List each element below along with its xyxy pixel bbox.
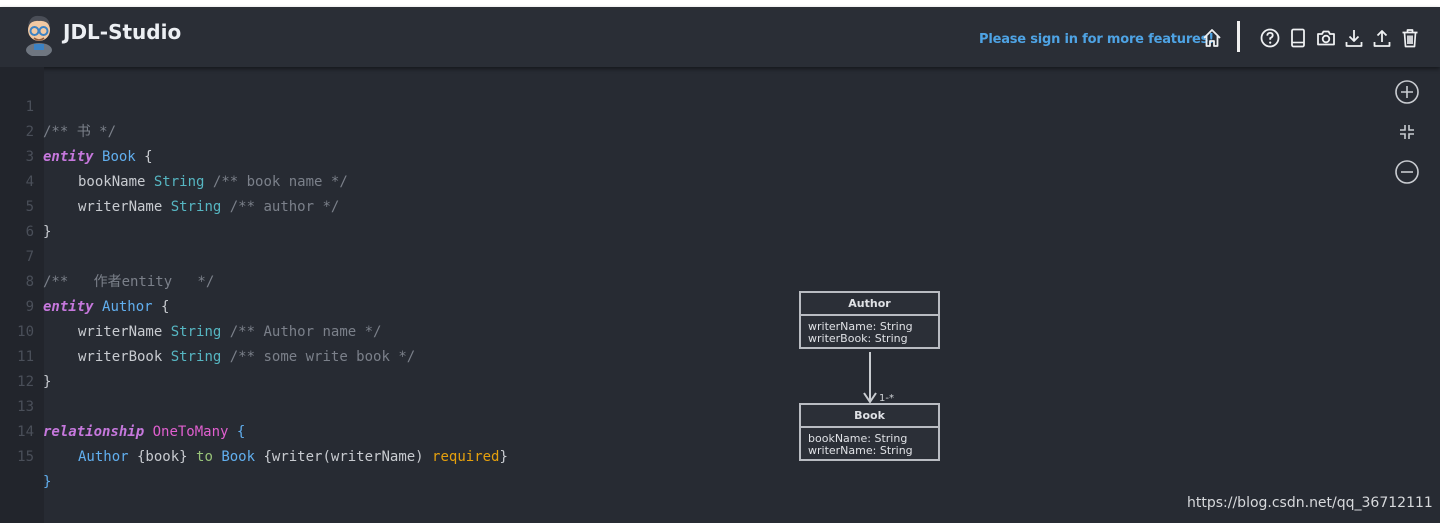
author-entity-box[interactable]: Author writerName: String writerBook: St… [799,291,940,349]
code-required: required [432,449,500,465]
entity-field: writerName: String [808,444,913,457]
entity-title: Author [801,293,938,316]
code-line: 15 } [0,420,760,490]
code-line: 14 Author {book} to Book {writer(writerN… [0,395,760,465]
code-keyword-to: to [196,449,213,465]
code-line: 7 /** 作者entity */ [0,220,760,290]
code-line: 5 } [0,170,760,240]
upload-icon[interactable] [1371,27,1393,49]
code-line: 12 [0,345,760,390]
code-entity-name: Book [221,449,256,465]
zoom-in-icon[interactable] [1394,79,1420,105]
code-field-name: {writer(writerName) [255,449,433,465]
code-line: 3 bookName String /** book name */ [0,120,760,190]
code-line: 10 writerBook String /** some write book… [0,295,760,365]
code-entity-name: Author [78,449,129,465]
code-field-name: {book} [128,449,197,465]
book-entity-box[interactable]: Book bookName: String writerName: String [799,403,940,461]
code-line: 13 relationship OneToMany { [0,370,760,440]
code-line: 8 entity Author { [0,245,760,315]
camera-icon[interactable] [1315,27,1337,49]
zoom-out-icon[interactable] [1394,159,1420,185]
jhipster-logo-icon[interactable] [22,12,56,57]
header-divider [1237,21,1240,52]
code-line: 4 writerName String /** author */ [0,145,760,215]
relationship-arrow [863,352,877,404]
entity-title: Book [801,405,938,428]
line-number: 15 [17,449,34,465]
code-line: 9 writerName String /** Author name */ [0,270,760,340]
header-bar: JDL-Studio Please sign in for more featu… [0,7,1440,67]
code-line: 11 } [0,320,760,390]
entity-field: writerBook: String [808,332,908,345]
watermark-text: https://blog.csdn.net/qq_36712111 [1187,495,1433,511]
trash-icon[interactable] [1399,27,1421,49]
home-icon[interactable] [1201,27,1223,49]
book-icon[interactable] [1287,27,1309,49]
code-brace: } [499,449,508,465]
code-line: 2 entity Book { [0,95,760,165]
help-icon[interactable] [1259,27,1281,49]
fit-icon[interactable] [1394,119,1420,145]
sign-in-link[interactable]: Please sign in for more features! [979,32,1214,47]
download-icon[interactable] [1343,27,1365,49]
code-brace: } [43,474,52,490]
code-line: 1 /** 书 */ [0,70,760,140]
app-title: JDL-Studio [63,20,182,44]
app-window: JDL-Studio Please sign in for more featu… [0,7,1440,523]
code-line: 6 [0,195,760,240]
